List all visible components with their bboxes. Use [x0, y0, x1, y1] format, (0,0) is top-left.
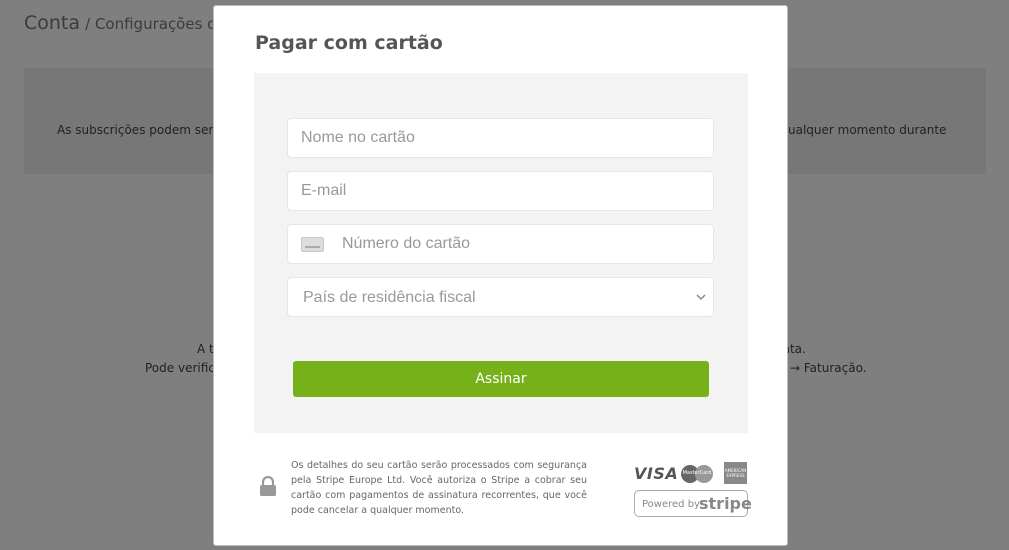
powered-by-stripe-badge[interactable]: Powered by stripe — [634, 490, 752, 517]
powered-by-label: Powered by — [642, 499, 700, 510]
stripe-logo: stripe — [699, 494, 752, 513]
credit-card-icon — [301, 237, 324, 252]
country-field-wrapper: País de residência fiscal — [287, 277, 714, 317]
name-field-wrapper — [287, 118, 714, 158]
payment-modal: Pagar com cartão País de residência fisc… — [213, 5, 788, 546]
tax-country-select[interactable]: País de residência fiscal — [288, 278, 713, 316]
card-number-input[interactable] — [288, 225, 713, 263]
cardholder-name-input[interactable] — [288, 119, 713, 157]
card-form: País de residência fiscal Assinar — [254, 73, 748, 433]
mastercard-label: MasterCard — [682, 470, 712, 476]
email-field-wrapper — [287, 171, 714, 211]
visa-logo: VISA — [634, 464, 679, 483]
amex-logo: AMERICAN EXPRESS — [724, 462, 747, 484]
mastercard-logo: MasterCard — [681, 465, 713, 483]
security-notice: Os detalhes do seu cartão serão processa… — [291, 460, 587, 516]
email-input[interactable] — [288, 172, 713, 210]
modal-title: Pagar com cartão — [255, 32, 443, 54]
lock-icon — [260, 476, 276, 496]
card-number-field-wrapper — [287, 224, 714, 264]
subscribe-button[interactable]: Assinar — [293, 361, 709, 397]
